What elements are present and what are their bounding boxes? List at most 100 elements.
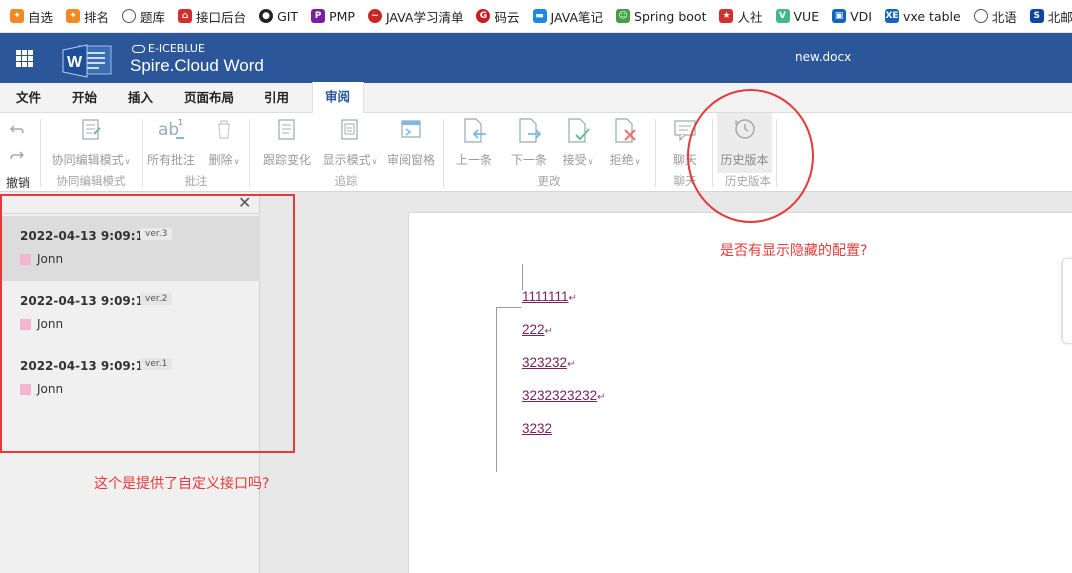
display-mode-icon: [341, 119, 358, 140]
chevron-down-icon: ∨: [587, 157, 594, 166]
coedit-mode-button[interactable]: 协同编辑模式∨: [48, 117, 134, 168]
tab-layout[interactable]: 页面布局: [168, 83, 248, 113]
flame-icon: ✦: [66, 9, 81, 23]
previous-change-icon: [464, 118, 486, 143]
ribbon-separator: [40, 119, 41, 187]
bookmark-git[interactable]: ● GIT: [259, 9, 298, 24]
redo-icon[interactable]: [10, 149, 24, 161]
delete-comment-button[interactable]: 删除∨: [204, 117, 244, 168]
ribbon-separator: [142, 119, 143, 187]
bookmark-spring-boot[interactable]: ☺ Spring boot: [616, 9, 706, 24]
accept-check-icon: [568, 118, 590, 143]
group-coedit: 协同编辑模式: [56, 174, 126, 188]
document-paragraph[interactable]: 323232↵: [522, 355, 605, 371]
display-mode-button[interactable]: 显示模式∨: [320, 117, 380, 168]
previous-change-button[interactable]: 上一条: [452, 117, 496, 168]
change-bar-tick: [496, 307, 521, 308]
annotation-note-hidden-config: 是否有显示隐藏的配置?: [720, 243, 868, 259]
app-header: W E-ICEBLUE Spire.Cloud Word new.docx: [0, 33, 1072, 83]
next-change-button[interactable]: 下一条: [507, 117, 551, 168]
chevron-down-icon: ∨: [124, 157, 131, 166]
globe-icon: [122, 9, 137, 23]
xe-icon: XE: [884, 9, 899, 23]
document-paragraph[interactable]: 1111111↵: [522, 289, 605, 305]
tab-insert[interactable]: 插入: [112, 83, 168, 113]
side-panel-tab[interactable]: [1062, 258, 1072, 344]
annotation-note-custom-api: 这个是提供了自定义接口吗?: [94, 476, 270, 492]
group-comments: 批注: [184, 174, 208, 188]
svg-text:1: 1: [178, 118, 183, 127]
bookmark-vdi[interactable]: ▣ VDI: [832, 9, 872, 24]
bookmark-api-admin[interactable]: ⌂ 接口后台: [178, 7, 246, 26]
next-change-icon: [519, 118, 542, 143]
globe-icon: [973, 9, 988, 23]
tab-file[interactable]: 文件: [0, 83, 56, 113]
swirl-icon: ~: [367, 9, 382, 23]
document-paragraph[interactable]: 3232: [522, 421, 605, 437]
bookmark-paiming[interactable]: ✦ 排名: [66, 7, 109, 26]
review-pane-icon: [401, 120, 421, 138]
bookmark-beiyou[interactable]: S 北邮: [1029, 7, 1072, 26]
house-icon: ⌂: [178, 9, 193, 23]
tab-home[interactable]: 开始: [56, 83, 112, 113]
svg-text:W: W: [67, 54, 83, 71]
bookmarks-bar: ✦ 自选 ✦ 排名 题库 ⌂ 接口后台 ● GIT P PMP ~ JAVA学习清单 G 码云…: [0, 0, 1072, 33]
emblem-icon: ★: [719, 9, 734, 23]
pmp-icon: P: [311, 9, 326, 23]
flame-icon: ✦: [10, 9, 24, 23]
menu-tabs: 文件 开始 插入 页面布局 引用 审阅: [0, 82, 1072, 113]
bookmark-renshe[interactable]: ★ 人社: [719, 7, 763, 26]
group-track: 追踪: [334, 174, 358, 188]
bookmark-java-list[interactable]: ~ JAVA学习清单: [367, 7, 463, 26]
paragraph-mark-icon: ↵: [544, 326, 553, 337]
track-changes-icon: [278, 119, 295, 140]
tab-review[interactable]: 审阅: [312, 82, 364, 113]
github-icon: ●: [259, 9, 274, 23]
product-name: Spire.Cloud Word: [130, 56, 264, 75]
paragraph-mark-icon: ↵: [597, 392, 606, 403]
word-logo-icon: W: [62, 44, 112, 78]
document-name: new.docx: [795, 50, 852, 64]
bookmark-beiyu[interactable]: 北语: [973, 7, 1017, 26]
ribbon-separator: [655, 119, 656, 187]
bookmark-pmp[interactable]: P PMP: [311, 9, 355, 24]
bookmark-gitee[interactable]: G 码云: [476, 7, 520, 26]
undo-icon[interactable]: [10, 123, 24, 135]
trash-icon: [218, 120, 230, 139]
bookmark-vxe-table[interactable]: XE vxe table: [884, 9, 961, 24]
reject-x-icon: [615, 118, 636, 143]
bookmark-zixuan[interactable]: ✦ 自选: [10, 7, 53, 26]
satellite-icon: S: [1029, 9, 1044, 23]
vue-icon: V: [775, 9, 790, 23]
chevron-down-icon: ∨: [634, 157, 641, 166]
chevron-down-icon: ∨: [371, 157, 378, 166]
cloud-icon: [132, 45, 145, 53]
chevron-down-icon: ∨: [233, 157, 240, 166]
annotation-rectangle: [0, 194, 295, 453]
annotation-circle: [687, 89, 814, 223]
review-ribbon: 撤销 协同编辑模式∨ 协同编辑模式 ab 1 所有批注 删除∨ 批注 跟踪变化 显…: [0, 113, 1072, 192]
review-pane-button[interactable]: 审阅窗格: [384, 117, 438, 168]
accept-change-button[interactable]: 接受∨: [557, 117, 599, 168]
tab-references[interactable]: 引用: [248, 83, 304, 113]
bookmark-vue[interactable]: V VUE: [775, 9, 819, 24]
app-launcher-icon[interactable]: [16, 50, 33, 67]
document-body[interactable]: 1111111↵ 222↵ 323232↵ 3232323232↵ 3232: [522, 289, 605, 454]
bookmark-java-notes[interactable]: ▬ JAVA笔记: [532, 7, 603, 26]
undo-label: 撤销: [6, 176, 31, 190]
document-page[interactable]: 1111111↵ 222↵ 323232↵ 3232323232↵ 3232: [408, 212, 1072, 573]
vendor-name: E-ICEBLUE: [132, 42, 205, 55]
margin-crop-mark: [522, 264, 523, 290]
gitee-icon: G: [476, 9, 491, 23]
document-paragraph[interactable]: 222↵: [522, 322, 605, 338]
document-canvas: 1111111↵ 222↵ 323232↵ 3232323232↵ 3232: [260, 192, 1072, 573]
change-bar: [496, 307, 497, 472]
all-comments-button[interactable]: ab 1 所有批注: [144, 117, 198, 168]
avatar-icon: ☺: [616, 9, 631, 23]
reject-change-button[interactable]: 拒绝∨: [604, 117, 646, 168]
paragraph-mark-icon: ↵: [568, 293, 577, 304]
bookmark-tiku[interactable]: 题库: [122, 7, 165, 26]
coedit-icon: [82, 119, 101, 140]
document-paragraph[interactable]: 3232323232↵: [522, 388, 605, 404]
track-changes-button[interactable]: 跟踪变化: [260, 117, 314, 168]
